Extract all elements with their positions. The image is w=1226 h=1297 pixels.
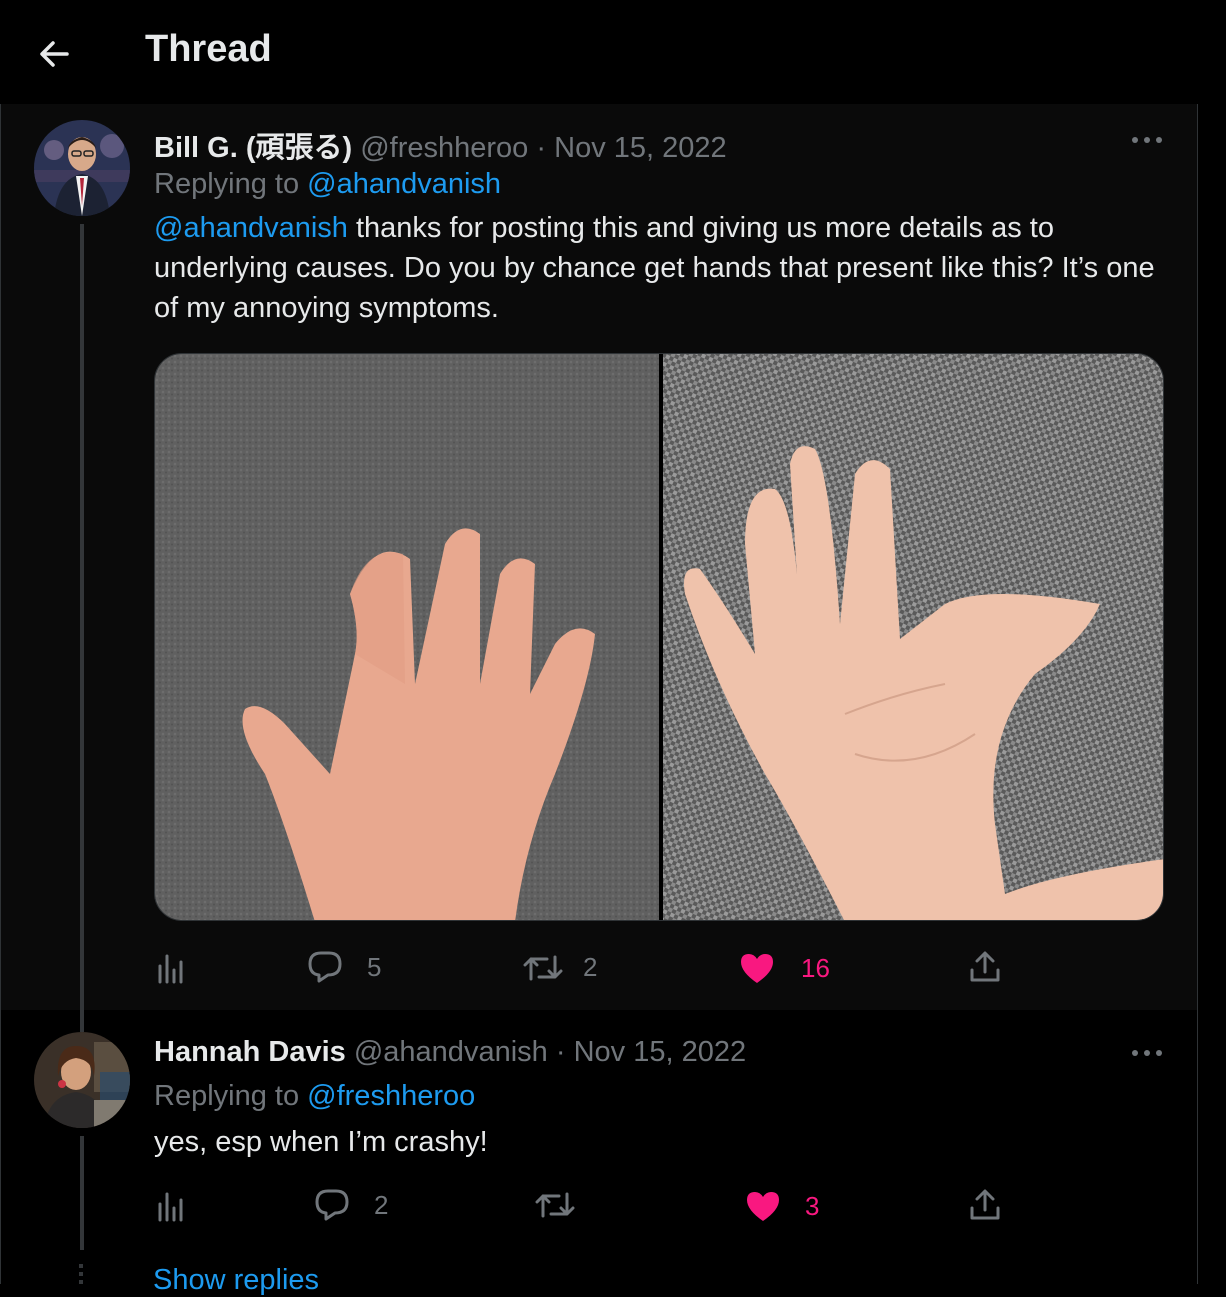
reply-icon — [308, 951, 342, 983]
tweet-text: @ahandvanish thanks for posting this and… — [154, 208, 1164, 328]
media-photos — [155, 354, 1163, 920]
separator: · — [555, 1036, 566, 1068]
tweet-header: Bill G. (頑張る) @freshheroo · Nov 15, 2022 — [154, 124, 727, 166]
analytics-button[interactable] — [157, 1190, 187, 1222]
reply-icon — [315, 1189, 349, 1221]
retweet-button[interactable] — [535, 1190, 595, 1220]
show-replies-link[interactable]: Show replies — [153, 1264, 319, 1297]
tweet[interactable]: Bill G. (頑張る) @freshheroo · Nov 15, 2022… — [1, 104, 1197, 1010]
thread-connector — [80, 1136, 84, 1250]
heart-icon — [747, 1192, 779, 1221]
thread-connector — [80, 224, 84, 1010]
like-count: 3 — [805, 1190, 820, 1221]
like-button[interactable]: 3 — [745, 1190, 819, 1222]
replying-to: Replying to @ahandvanish — [154, 168, 501, 201]
more-icon — [1132, 137, 1162, 143]
like-count: 16 — [801, 952, 830, 983]
retweet-button[interactable]: 2 — [523, 952, 597, 983]
like-button[interactable]: 16 — [739, 952, 830, 984]
author-name[interactable]: Hannah Davis — [154, 1036, 346, 1068]
retweet-icon — [523, 955, 563, 980]
replying-prefix: Replying to — [154, 168, 300, 200]
share-button[interactable] — [969, 950, 1001, 984]
reply-count: 5 — [367, 951, 382, 982]
tweet-date[interactable]: Nov 15, 2022 — [574, 1036, 747, 1068]
avatar-image — [34, 120, 130, 216]
author-name[interactable]: Bill G. (頑張る) — [154, 132, 352, 164]
tweet-media[interactable] — [154, 353, 1164, 921]
more-button[interactable] — [1131, 1043, 1171, 1063]
heart-icon — [741, 954, 773, 983]
thread-header: Thread — [0, 0, 1198, 104]
share-button[interactable] — [969, 1188, 1001, 1222]
replying-to-link[interactable]: @freshheroo — [307, 1080, 475, 1112]
analytics-button[interactable] — [157, 952, 187, 984]
more-button[interactable] — [1131, 130, 1171, 150]
tweet-text: yes, esp when I’m crashy! — [154, 1126, 488, 1158]
avatar[interactable] — [34, 1032, 130, 1128]
page-title: Thread — [145, 28, 272, 70]
separator: · — [536, 132, 547, 164]
left-hand-photo — [155, 354, 659, 920]
replying-prefix: Replying to — [154, 1080, 300, 1112]
tweet-date[interactable]: Nov 15, 2022 — [554, 132, 727, 164]
author-handle[interactable]: @ahandvanish — [354, 1036, 548, 1068]
replying-to-link[interactable]: @ahandvanish — [307, 168, 501, 200]
reply-count: 2 — [374, 1189, 389, 1220]
more-icon — [1132, 1050, 1162, 1056]
replying-to: Replying to @freshheroo — [154, 1080, 475, 1113]
share-icon — [970, 1189, 1000, 1220]
reply-button[interactable]: 2 — [314, 1188, 388, 1222]
tweet[interactable]: Hannah Davis @ahandvanish · Nov 15, 2022… — [1, 1010, 1197, 1284]
thread-continuation-dots — [79, 1264, 83, 1284]
retweet-icon — [535, 1192, 575, 1218]
thread-connector-top — [80, 1010, 84, 1032]
avatar[interactable] — [34, 120, 130, 216]
avatar-image — [34, 1032, 130, 1128]
analytics-icon — [158, 1192, 183, 1222]
analytics-icon — [158, 954, 183, 984]
author-handle[interactable]: @freshheroo — [360, 132, 528, 164]
right-hand-photo — [663, 354, 1163, 920]
mention-link[interactable]: @ahandvanish — [154, 212, 348, 244]
reply-button[interactable]: 5 — [307, 950, 381, 984]
share-icon — [970, 951, 1000, 982]
tweet-header: Hannah Davis @ahandvanish · Nov 15, 2022 — [154, 1036, 746, 1069]
back-arrow-icon — [40, 41, 69, 67]
back-button[interactable] — [34, 34, 74, 74]
retweet-count: 2 — [583, 952, 598, 982]
